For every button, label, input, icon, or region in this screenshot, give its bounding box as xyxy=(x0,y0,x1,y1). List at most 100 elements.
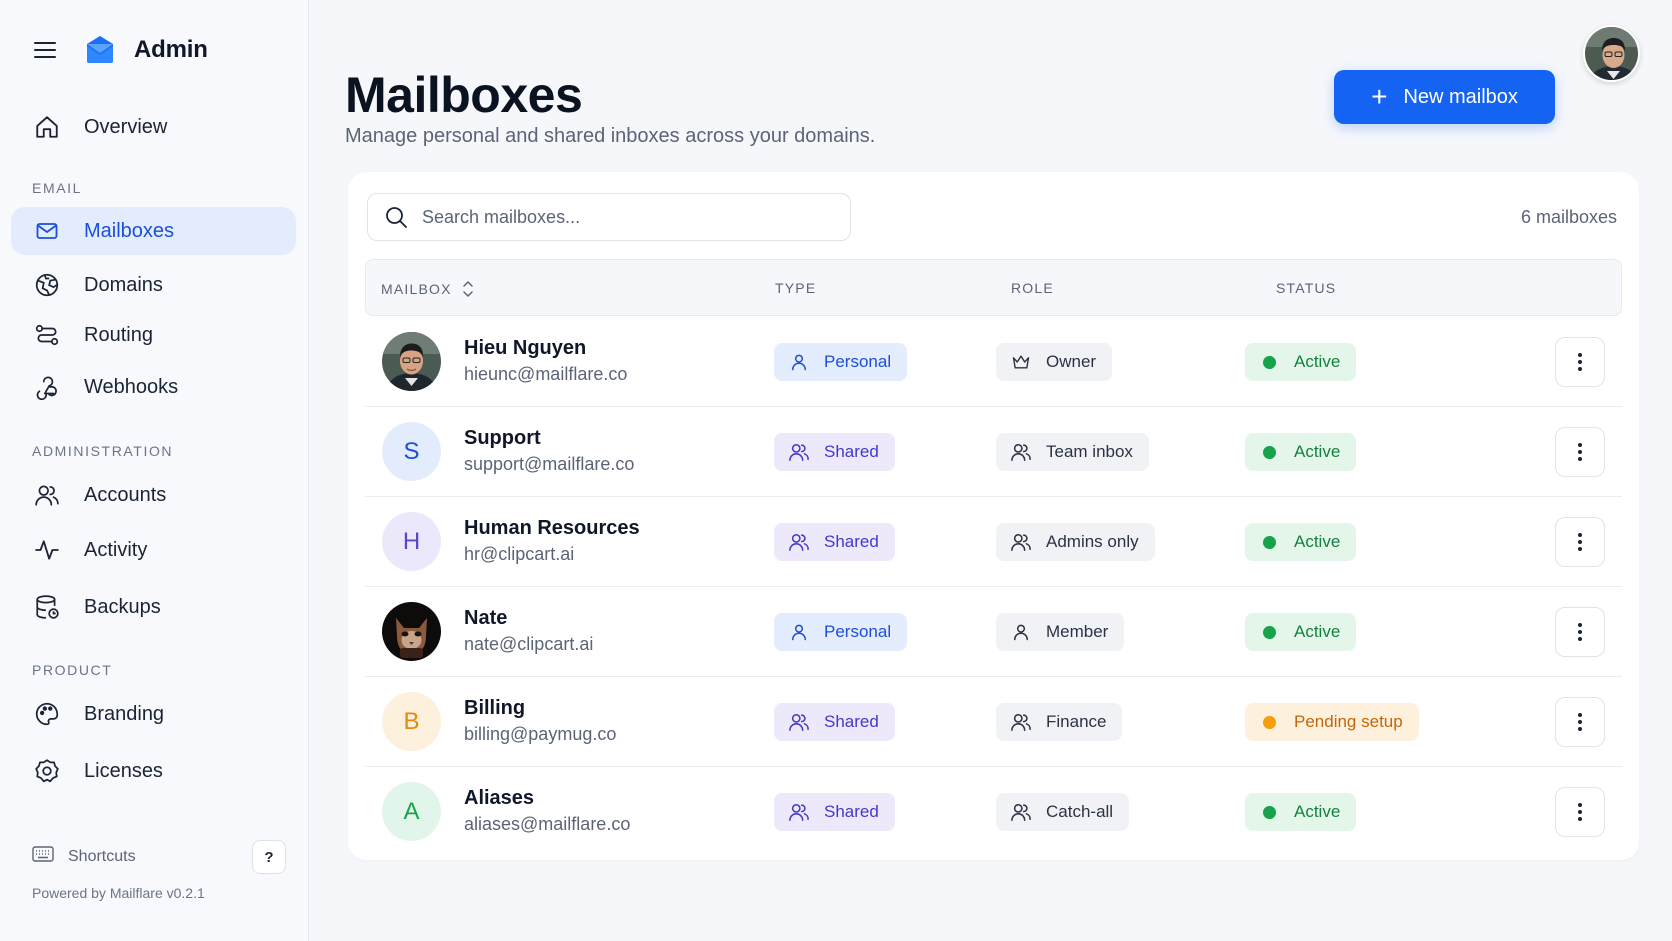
user-avatar[interactable] xyxy=(1583,25,1640,82)
role-label: Catch-all xyxy=(1046,802,1114,821)
status-label: Active xyxy=(1294,352,1341,371)
more-vertical-icon xyxy=(1578,713,1582,731)
status-badge: Active xyxy=(1245,793,1357,831)
sidebar-item-label: Activity xyxy=(84,538,148,561)
sidebar-item-label: Licenses xyxy=(84,759,163,782)
search-input[interactable] xyxy=(422,206,842,228)
powered-by: Powered by Mailflare v0.2.1 xyxy=(32,885,205,901)
sidebar-item-label: Domains xyxy=(84,273,163,296)
page-title: Mailboxes xyxy=(345,67,583,123)
status-badge: Active xyxy=(1245,523,1357,561)
row-menu-button[interactable] xyxy=(1555,337,1605,387)
mailbox-email: support@mailflare.co xyxy=(464,454,635,474)
activity-icon xyxy=(33,536,61,564)
sidebar-item-webhooks[interactable]: Webhooks xyxy=(11,363,296,411)
status-dot xyxy=(1263,625,1276,639)
sidebar-item-backups[interactable]: Backups xyxy=(11,583,296,631)
mailbox-name: Human Resources xyxy=(464,517,640,539)
search-box xyxy=(367,193,851,241)
shortcuts-link[interactable]: Shortcuts xyxy=(32,845,136,868)
help-button[interactable]: ? xyxy=(252,840,286,874)
sidebar-item-label: Backups xyxy=(84,595,161,618)
mailbox-email: hieunc@mailflare.co xyxy=(464,364,628,384)
status-label: Active xyxy=(1294,622,1341,641)
role-badge: Owner xyxy=(996,343,1113,381)
mailboxes-card: 6 mailboxes MAILBOX TYPE ROLE STATUS xyxy=(348,172,1639,860)
avatar: A xyxy=(382,782,441,841)
role-badge: Finance xyxy=(996,703,1123,741)
type-label: Personal xyxy=(824,352,892,371)
shortcuts-label: Shortcuts xyxy=(68,847,136,865)
menu-icon[interactable] xyxy=(32,37,58,63)
section-administration: ADMINISTRATION xyxy=(32,443,174,459)
column-mailbox[interactable]: MAILBOX xyxy=(381,280,474,298)
users-icon xyxy=(1010,441,1032,463)
table-row[interactable]: B Billing billing@paymug.co Shared Finan… xyxy=(365,677,1622,767)
users-icon xyxy=(788,441,810,463)
crown-icon xyxy=(1010,351,1032,373)
status-dot xyxy=(1263,355,1276,369)
home-icon xyxy=(33,113,61,141)
mailbox-email: aliases@mailflare.co xyxy=(464,814,631,834)
plus-icon: + xyxy=(1371,81,1388,112)
column-role: ROLE xyxy=(1011,280,1054,296)
row-menu-button[interactable] xyxy=(1555,697,1605,747)
column-label: MAILBOX xyxy=(381,281,452,297)
sidebar: Admin Overview EMAIL Mailboxes Domains R… xyxy=(0,0,309,941)
table-row[interactable]: S Support support@mailflare.co Shared Te… xyxy=(365,407,1622,497)
sidebar-item-mailboxes[interactable]: Mailboxes xyxy=(11,207,296,255)
row-menu-button[interactable] xyxy=(1555,427,1605,477)
sidebar-item-domains[interactable]: Domains xyxy=(11,261,296,309)
sidebar-item-routing[interactable]: Routing xyxy=(11,311,296,359)
more-vertical-icon xyxy=(1578,353,1582,371)
more-vertical-icon xyxy=(1578,533,1582,551)
type-label: Shared xyxy=(824,802,879,821)
type-badge: Personal xyxy=(774,613,908,651)
sort-icon[interactable] xyxy=(462,280,474,298)
globe-icon xyxy=(33,271,61,299)
table-row[interactable]: Hieu Nguyen hieunc@mailflare.co Personal… xyxy=(365,317,1622,407)
badge-icon xyxy=(33,757,61,785)
sidebar-item-activity[interactable]: Activity xyxy=(11,526,296,574)
mailbox-email: nate@clipcart.ai xyxy=(464,634,594,654)
role-label: Member xyxy=(1046,622,1109,641)
column-status: STATUS xyxy=(1276,280,1337,296)
row-menu-button[interactable] xyxy=(1555,787,1605,837)
mailbox-name: Nate xyxy=(464,607,508,629)
role-label: Admins only xyxy=(1046,532,1139,551)
mailbox-name: Aliases xyxy=(464,787,535,809)
sidebar-item-label: Branding xyxy=(84,702,165,725)
sidebar-item-branding[interactable]: Branding xyxy=(11,690,296,738)
type-label: Shared xyxy=(824,532,879,551)
type-badge: Shared xyxy=(774,523,895,561)
avatar: S xyxy=(382,422,441,481)
new-mailbox-label: New mailbox xyxy=(1403,85,1518,108)
sidebar-item-licenses[interactable]: Licenses xyxy=(11,747,296,795)
users-icon xyxy=(788,801,810,823)
mailbox-email: hr@clipcart.ai xyxy=(464,544,575,564)
keyboard-icon xyxy=(32,845,54,868)
row-menu-button[interactable] xyxy=(1555,517,1605,567)
more-vertical-icon xyxy=(1578,623,1582,641)
route-icon xyxy=(33,321,61,349)
table-header: MAILBOX TYPE ROLE STATUS xyxy=(365,259,1622,316)
table-row[interactable]: A Aliases aliases@mailflare.co Shared Ca… xyxy=(365,767,1622,857)
sidebar-item-accounts[interactable]: Accounts xyxy=(11,471,296,519)
new-mailbox-button[interactable]: + New mailbox xyxy=(1334,70,1555,124)
section-product: PRODUCT xyxy=(32,662,113,678)
webhook-icon xyxy=(33,373,61,401)
row-menu-button[interactable] xyxy=(1555,607,1605,657)
mailbox-count: 6 mailboxes xyxy=(1520,207,1617,227)
sidebar-item-overview[interactable]: Overview xyxy=(11,103,296,151)
mail-icon xyxy=(33,217,61,245)
type-label: Shared xyxy=(824,712,879,731)
avatar xyxy=(382,602,441,661)
role-label: Finance xyxy=(1046,712,1107,731)
more-vertical-icon xyxy=(1578,803,1582,821)
status-label: Active xyxy=(1294,532,1341,551)
table-row[interactable]: Nate nate@clipcart.ai Personal Member Ac… xyxy=(365,587,1622,677)
users-icon xyxy=(1010,801,1032,823)
search-icon xyxy=(382,203,410,231)
table-row[interactable]: H Human Resources hr@clipcart.ai Shared … xyxy=(365,497,1622,587)
database-icon xyxy=(33,593,61,621)
